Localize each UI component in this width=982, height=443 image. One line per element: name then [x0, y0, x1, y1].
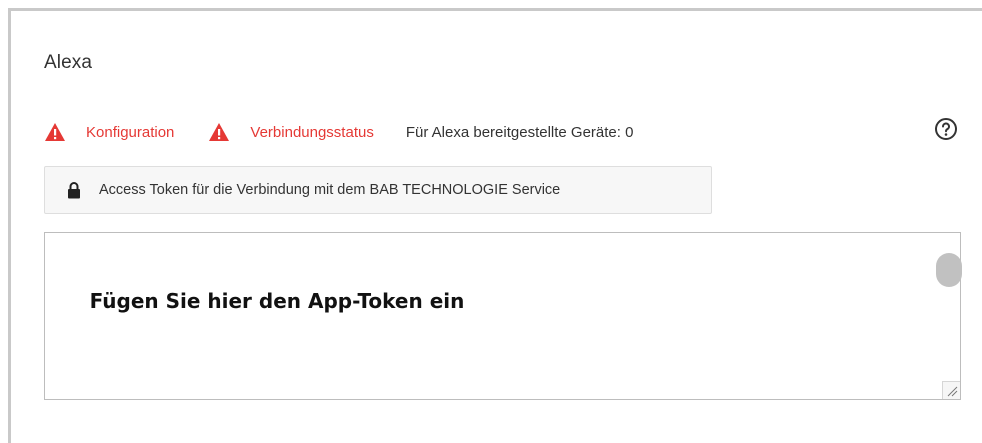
help-circle-icon[interactable] [934, 117, 958, 141]
scrollbar-thumb[interactable] [936, 253, 962, 287]
configuration-label: Konfiguration [86, 123, 175, 141]
warning-icon [209, 123, 230, 141]
access-token-button[interactable]: Access Token für die Verbindung mit dem … [44, 166, 712, 214]
status-row: Konfiguration Verbindungsstatus Für Alex… [44, 120, 633, 144]
warning-icon [45, 123, 65, 141]
app-token-placeholder: Fügen Sie hier den App-Token ein [89, 289, 465, 313]
resize-handle[interactable] [942, 381, 960, 399]
devices-count: Für Alexa bereitgestellte Geräte: 0 [405, 123, 634, 141]
connection-label: Verbindungsstatus [250, 123, 374, 141]
app-token-input[interactable]: Fügen Sie hier den App-Token ein [44, 232, 962, 400]
resize-grip-icon [947, 386, 958, 397]
access-token-label: Access Token für die Verbindung mit dem … [99, 182, 561, 198]
lock-icon [68, 182, 80, 199]
configuration-status[interactable]: Konfiguration [44, 122, 174, 142]
panel-title: Alexa [44, 52, 93, 73]
connection-status[interactable]: Verbindungsstatus [208, 122, 374, 142]
